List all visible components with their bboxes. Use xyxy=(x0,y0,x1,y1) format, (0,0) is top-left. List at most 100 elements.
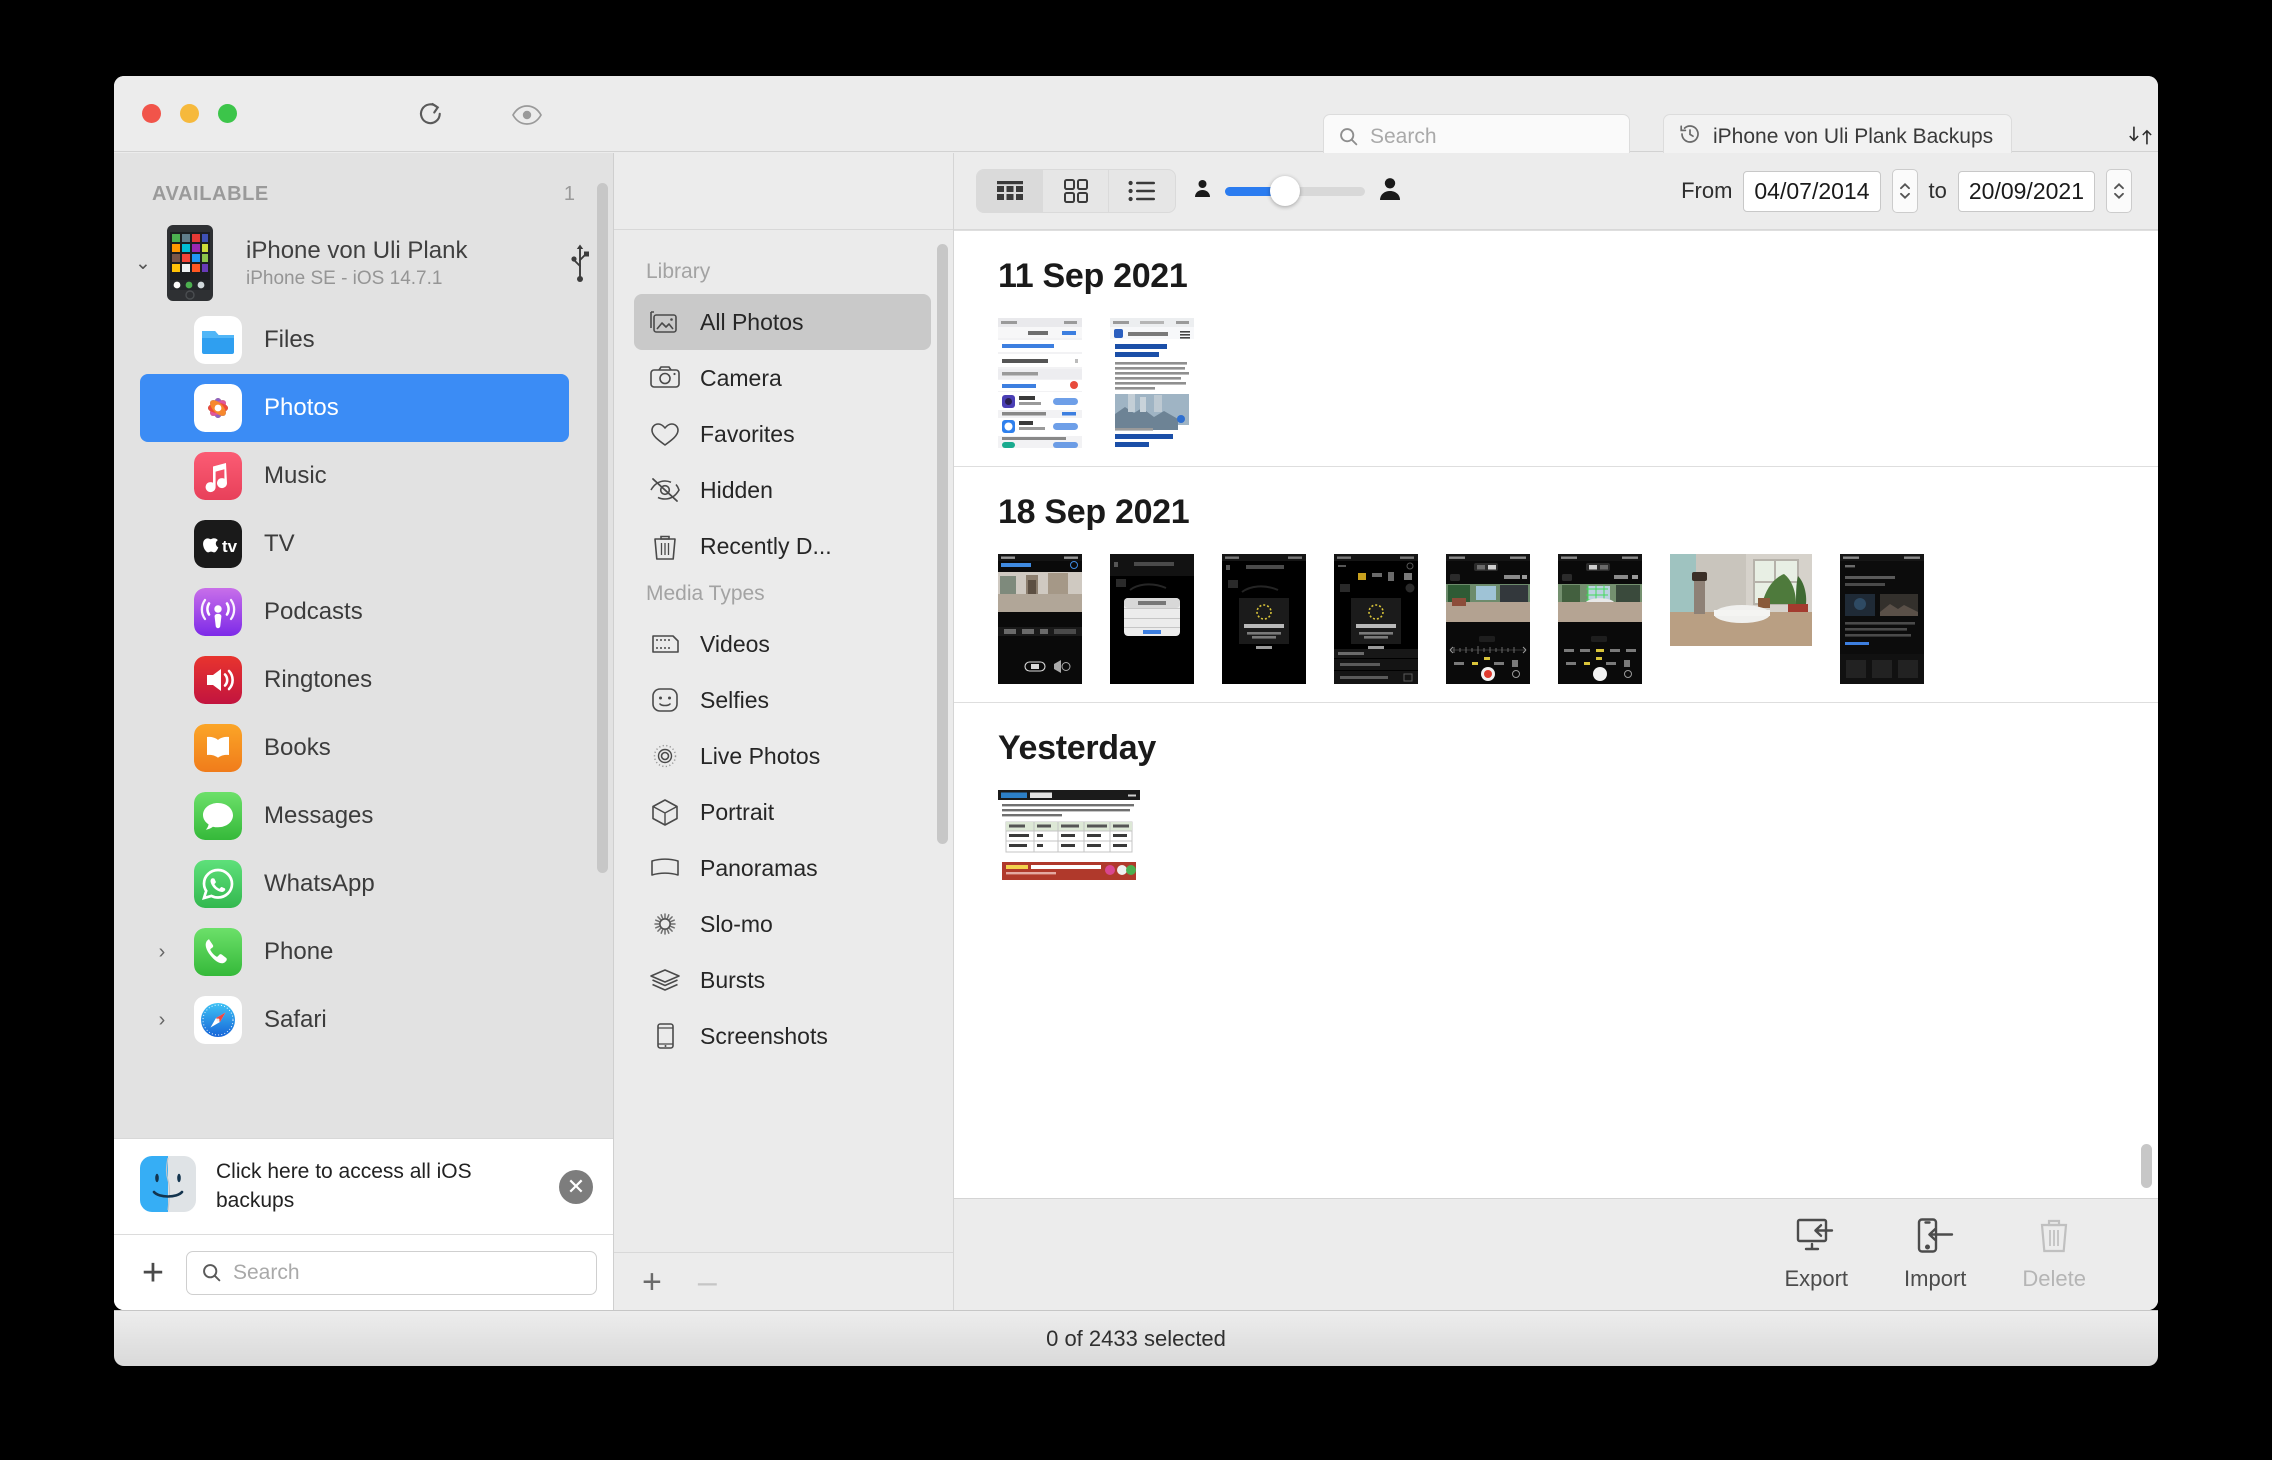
sidebar-item-messages[interactable]: Messages xyxy=(140,782,569,850)
photo-thumbnail[interactable] xyxy=(1222,554,1306,684)
date-from-label: From xyxy=(1681,178,1733,203)
sidebar-item-files[interactable]: Files xyxy=(140,306,569,374)
category-item-selfies[interactable]: Selfies xyxy=(634,672,931,728)
midpanel-scrollbar[interactable] xyxy=(937,244,948,844)
whatsapp-icon xyxy=(194,860,242,908)
minimize-window-button[interactable] xyxy=(180,104,199,123)
available-count: 1 xyxy=(563,183,575,205)
add-album-button[interactable]: + xyxy=(642,1265,662,1299)
midpanel-bottom-bar: + – xyxy=(614,1252,953,1310)
maximize-window-button[interactable] xyxy=(218,104,237,123)
category-group-header: Media Types xyxy=(646,582,765,605)
sidebar-scrollbar[interactable] xyxy=(597,183,608,873)
category-item-label: Selfies xyxy=(700,686,770,713)
date-from-input[interactable]: 04/07/2014 xyxy=(1743,170,1881,212)
photo-thumbnail[interactable] xyxy=(1840,554,1924,684)
sidebar-item-ringtones[interactable]: Ringtones xyxy=(140,646,569,714)
category-item-camera[interactable]: Camera xyxy=(634,350,931,406)
photo-thumbnail[interactable] xyxy=(998,318,1082,448)
sidebar-search-input[interactable]: Search xyxy=(186,1250,597,1295)
sidebar-item-safari[interactable]: › Safari xyxy=(140,986,569,1054)
grid-dense-view-button[interactable] xyxy=(977,170,1043,212)
photo-thumbnail[interactable] xyxy=(998,790,1140,882)
category-item-portrait[interactable]: Portrait xyxy=(634,784,931,840)
sidebar-item-music[interactable]: Music xyxy=(140,442,569,510)
sidebar-item-phone[interactable]: › Phone xyxy=(140,918,569,986)
eye-icon[interactable] xyxy=(510,98,544,132)
category-item-recently-d-[interactable]: Recently D... xyxy=(634,518,931,574)
date-to-stepper[interactable] xyxy=(2106,169,2132,213)
person-small-icon xyxy=(1194,179,1211,203)
category-item-hidden[interactable]: Hidden xyxy=(634,462,931,518)
close-circle-icon[interactable]: ✕ xyxy=(559,1169,593,1204)
sort-arrows-icon[interactable] xyxy=(2124,120,2158,154)
device-subtitle: iPhone SE - iOS 14.7.1 xyxy=(246,267,443,289)
sidebar-search-placeholder: Search xyxy=(233,1260,300,1284)
category-item-live-photos[interactable]: Live Photos xyxy=(634,728,931,784)
person-large-icon xyxy=(1379,177,1401,206)
device-row[interactable]: ⌄ iPhone von Uli Plank iPhone SE - iOS 1… xyxy=(114,220,613,306)
category-item-all-photos[interactable]: All Photos xyxy=(634,294,931,350)
available-label: AVAILABLE xyxy=(152,183,269,205)
titlebar: Search iPhone von Uli Plank Backups ? xyxy=(114,76,2158,159)
date-to-input[interactable]: 20/09/2021 xyxy=(1957,170,2095,212)
thumbnail-size-slider[interactable] xyxy=(1194,176,1401,206)
content-scrollbar[interactable] xyxy=(2141,1144,2152,1188)
sidebar-item-label: Safari xyxy=(264,1006,327,1033)
photo-thumbnail[interactable] xyxy=(1558,554,1642,684)
category-item-label: Bursts xyxy=(700,966,766,993)
view-mode-group xyxy=(976,169,1176,213)
grid-large-view-button[interactable] xyxy=(1043,170,1109,212)
photo-thumbnail[interactable] xyxy=(1110,554,1194,684)
layers-icon xyxy=(648,965,682,995)
backups-banner[interactable]: Click here to access all iOS backups ✕ xyxy=(114,1138,613,1234)
chevron-down-icon[interactable]: ⌄ xyxy=(130,252,156,275)
import-button[interactable]: Import xyxy=(1904,1217,1966,1292)
app-window: Search iPhone von Uli Plank Backups ? xyxy=(114,76,2158,1310)
sidebar-add-button[interactable]: + xyxy=(134,1254,172,1292)
photo-thumbnail[interactable] xyxy=(1670,554,1812,646)
category-item-bursts[interactable]: Bursts xyxy=(634,952,931,1008)
photo-section-title: Yesterday xyxy=(998,729,1156,767)
photo-thumbnail[interactable] xyxy=(1110,318,1194,448)
sidebar-item-label: Messages xyxy=(264,802,374,829)
sidebar-scroll-area: AVAILABLE 1 ⌄ iPhone von Uli Plank iPhon… xyxy=(114,153,613,1138)
category-item-label: Panoramas xyxy=(700,854,818,881)
sidebar-item-tv[interactable]: tv TV xyxy=(140,510,569,578)
sidebar-item-label: Files xyxy=(264,326,315,353)
category-item-videos[interactable]: Videos xyxy=(634,616,931,672)
heart-icon xyxy=(648,419,682,449)
sidebar-item-books[interactable]: Books xyxy=(140,714,569,782)
sidebar-item-whatsapp[interactable]: WhatsApp xyxy=(140,850,569,918)
slider-track[interactable] xyxy=(1225,176,1365,206)
delete-button: Delete xyxy=(2022,1218,2086,1292)
export-button[interactable]: Export xyxy=(1784,1218,1848,1292)
category-item-screenshots[interactable]: Screenshots xyxy=(634,1008,931,1064)
sidebar-item-photos[interactable]: Photos xyxy=(140,374,569,442)
category-item-label: Slo-mo xyxy=(700,910,773,937)
remove-album-button: – xyxy=(697,1262,717,1301)
photo-thumbnail[interactable] xyxy=(998,554,1082,684)
sidebar-item-podcasts[interactable]: Podcasts xyxy=(140,578,569,646)
category-item-panoramas[interactable]: Panoramas xyxy=(634,840,931,896)
category-item-slo-mo[interactable]: Slo-mo xyxy=(634,896,931,952)
slider-knob[interactable] xyxy=(1269,176,1300,206)
photo-thumbnail[interactable] xyxy=(1446,554,1530,684)
photos-content-area: From 04/07/2014 to 20/09/2021 11 Sep 202… xyxy=(954,153,2158,1310)
close-window-button[interactable] xyxy=(142,104,161,123)
export-monitor-icon xyxy=(1796,1218,1836,1259)
import-phone-icon xyxy=(1915,1217,1955,1259)
photo-thumbnail-row xyxy=(986,318,2126,466)
list-view-button[interactable] xyxy=(1109,170,1175,212)
sidebar-bottom-bar: + Search xyxy=(114,1234,613,1310)
history-clock-icon xyxy=(1678,122,1702,151)
chevron-right-icon[interactable]: › xyxy=(152,1009,172,1032)
date-from-stepper[interactable] xyxy=(1891,169,1918,213)
chevron-right-icon[interactable]: › xyxy=(152,941,172,964)
photo-frame-icon xyxy=(648,307,682,337)
refresh-icon[interactable] xyxy=(414,98,448,132)
photo-grid-scroll[interactable]: 11 Sep 2021 18 Sep 2021 Yesterday xyxy=(954,230,2158,1198)
photo-thumbnail[interactable] xyxy=(1334,554,1418,684)
category-item-label: Portrait xyxy=(700,798,775,825)
category-item-favorites[interactable]: Favorites xyxy=(634,406,931,462)
